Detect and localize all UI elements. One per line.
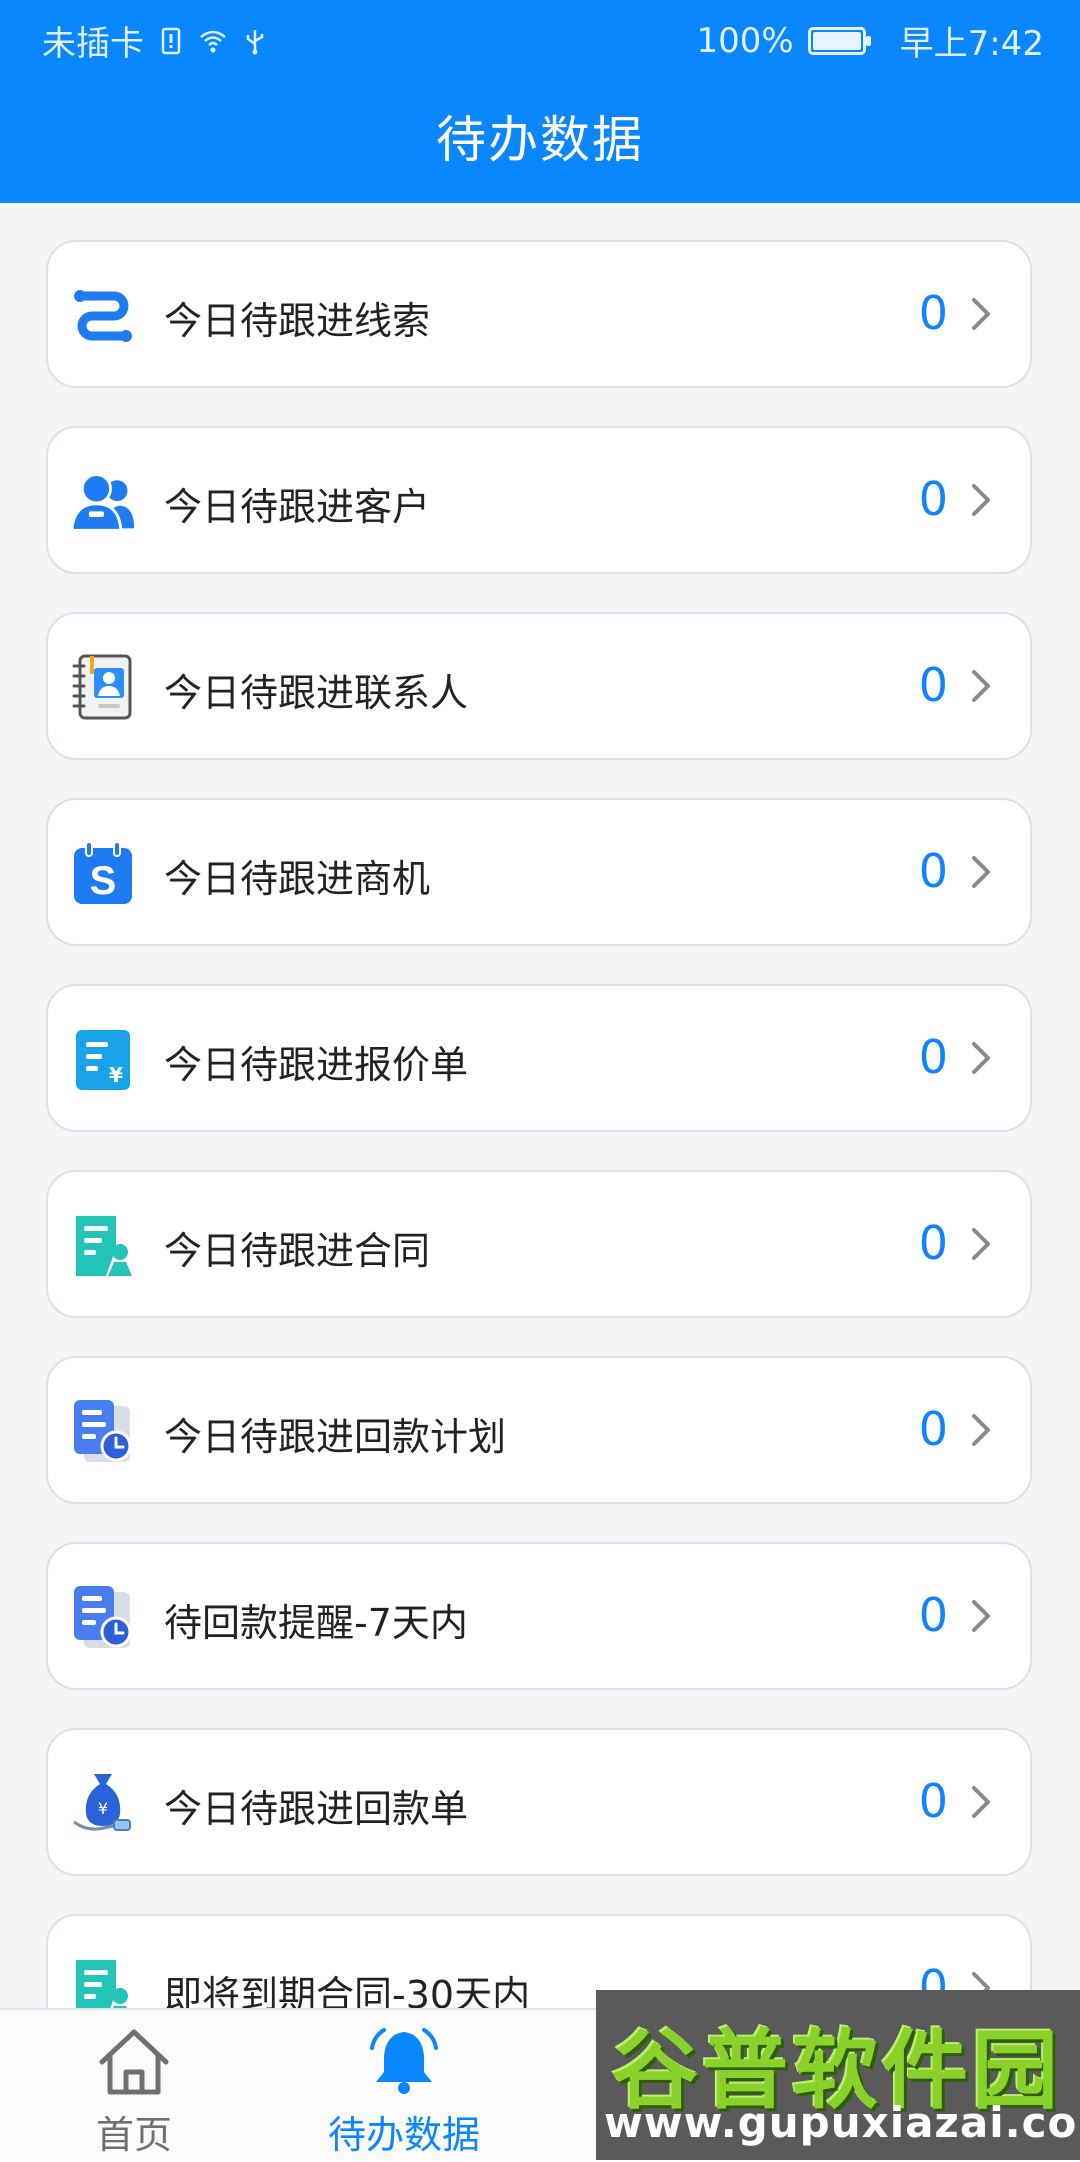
item-label: 今日待跟进线索 [164,299,431,343]
todo-item-customers[interactable]: 今日待跟进客户 0 [46,426,1032,574]
customer-icon [70,468,136,534]
page-title: 待办数据 [436,111,644,169]
tab-home[interactable]: 首页 [34,2026,234,2159]
chevron-right-icon [972,670,990,702]
battery-icon [807,26,871,55]
battery-percent: 100% [696,20,794,61]
clock: 早上7:42 [899,24,1044,64]
svg-text:S: S [90,859,117,903]
item-count: 0 [918,1402,948,1456]
item-count: 0 [918,1588,948,1642]
lead-icon [70,282,136,348]
chevron-right-icon [972,1786,990,1818]
home-icon [99,2029,169,2095]
item-label: 今日待跟进客户 [164,485,431,529]
todo-item-payment-plans[interactable]: 今日待跟进回款计划 0 [46,1356,1032,1504]
item-count: 0 [918,1030,948,1084]
item-label: 今日待跟进联系人 [164,671,469,715]
item-label: 今日待跟进商机 [164,857,431,901]
item-label: 今日待跟进回款计划 [164,1415,507,1459]
todo-item-opportunities[interactable]: S 今日待跟进商机 0 [46,798,1032,946]
todo-item-leads[interactable]: 今日待跟进线索 0 [46,240,1032,388]
item-label: 今日待跟进回款单 [164,1787,469,1831]
todo-list: 今日待跟进线索 0 今日待跟进客户 0 今日待跟进联系人 0 S 今日待跟进商机… [46,240,1032,2100]
quote-icon: ¥ [70,1026,136,1092]
todo-item-payment-reminder[interactable]: 待回款提醒-7天内 0 [46,1542,1032,1690]
sim-icon [161,27,181,54]
watermark: 谷普软件园 www.gupuxiazai.com [596,1990,1080,2160]
chevron-right-icon [972,856,990,888]
chevron-right-icon [972,484,990,516]
payment-plan-icon [70,1398,136,1464]
item-label: 待回款提醒-7天内 [164,1601,468,1645]
item-count: 0 [918,844,948,898]
item-count: 0 [918,472,948,526]
watermark-url: www.gupuxiazai.com [604,2098,1080,2147]
todo-item-contacts[interactable]: 今日待跟进联系人 0 [46,612,1032,760]
item-count: 0 [918,658,948,712]
item-label: 今日待跟进报价单 [164,1043,469,1087]
svg-text:¥: ¥ [109,1063,123,1087]
chevron-right-icon [972,1042,990,1074]
contact-book-icon [70,654,136,720]
contract-icon [70,1212,136,1278]
bell-icon [370,2028,438,2094]
todo-item-quotes[interactable]: ¥ 今日待跟进报价单 0 [46,984,1032,1132]
carrier-label: 未插卡 [42,24,144,64]
status-bar: 未插卡 100% 早上7:42 [0,0,1080,76]
todo-item-receipts[interactable]: ¥ 今日待跟进回款单 0 [46,1728,1032,1876]
item-count: 0 [918,1216,948,1270]
opportunity-icon: S [70,840,136,906]
chevron-right-icon [972,1228,990,1260]
chevron-right-icon [972,298,990,330]
todo-item-contracts[interactable]: 今日待跟进合同 0 [46,1170,1032,1318]
money-bag-icon: ¥ [70,1770,136,1836]
usb-icon [246,29,264,54]
tab-todo-label: 待办数据 [327,2113,480,2157]
svg-text:¥: ¥ [98,1799,108,1818]
item-label: 今日待跟进合同 [164,1229,431,1273]
wifi-icon [200,30,226,52]
chevron-right-icon [972,1600,990,1632]
tab-home-label: 首页 [95,2113,172,2157]
chevron-right-icon [972,1414,990,1446]
item-count: 0 [918,286,948,340]
payment-reminder-icon [70,1584,136,1650]
app-header: 未插卡 100% 早上7:42 待办数据 [0,0,1080,203]
item-count: 0 [918,1774,948,1828]
tab-todo[interactable]: 待办数据 [304,2026,504,2159]
